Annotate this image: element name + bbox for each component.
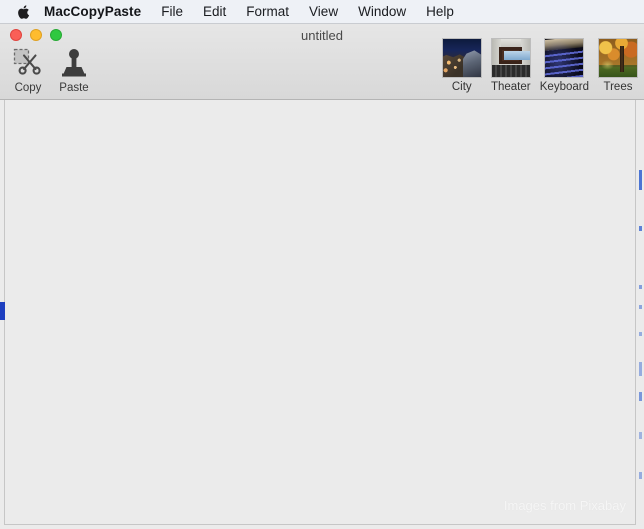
paste-button-label: Paste [59, 82, 89, 94]
pixabay-watermark: Images from Pixabay [503, 498, 626, 513]
traffic-lights [10, 29, 62, 41]
menu-bar: MacCopyPaste File Edit Format View Windo… [0, 0, 644, 24]
minimize-button[interactable] [30, 29, 42, 41]
apple-logo-icon[interactable] [16, 3, 30, 20]
toolbar-actions: Copy Paste [6, 46, 96, 95]
scissors-icon [13, 46, 43, 80]
stamp-icon [59, 46, 89, 80]
trees-thumbnail [598, 38, 638, 78]
keyboard-thumbnail [544, 38, 585, 78]
window-titlebar: untitled Copy Paste City Theater Keyboar… [0, 24, 644, 100]
menu-item-edit[interactable]: Edit [203, 4, 226, 19]
paste-button[interactable]: Paste [52, 46, 96, 95]
menu-item-file[interactable]: File [161, 4, 183, 19]
thumbnail-trees[interactable]: Trees [598, 38, 638, 94]
toolbar-thumbnails: City Theater Keyboard Trees [441, 38, 638, 94]
screen: MacCopyPaste File Edit Format View Windo… [0, 0, 644, 529]
theater-thumbnail [490, 38, 531, 78]
app-window: untitled Copy Paste City Theater Keyboar… [0, 24, 644, 529]
copy-button-label: Copy [14, 82, 42, 94]
thumbnail-city-label: City [451, 81, 472, 93]
text-caret-marker [0, 302, 5, 320]
thumbnail-trees-label: Trees [603, 81, 633, 93]
city-thumbnail [441, 38, 482, 78]
scroll-edge-ticks [639, 100, 642, 529]
close-button[interactable] [10, 29, 22, 41]
thumbnail-theater-label: Theater [490, 81, 531, 93]
menu-item-help[interactable]: Help [426, 4, 454, 19]
copy-button[interactable]: Copy [6, 46, 50, 95]
menu-item-format[interactable]: Format [246, 4, 289, 19]
thumbnail-theater[interactable]: Theater [490, 38, 531, 94]
document-canvas[interactable] [4, 100, 636, 525]
thumbnail-keyboard[interactable]: Keyboard [540, 38, 589, 94]
document-area[interactable]: Images from Pixabay [0, 100, 644, 529]
thumbnail-city[interactable]: City [441, 38, 482, 94]
menu-item-view[interactable]: View [309, 4, 338, 19]
menu-item-window[interactable]: Window [358, 4, 406, 19]
thumbnail-keyboard-label: Keyboard [539, 81, 589, 93]
maximize-button[interactable] [50, 29, 62, 41]
menu-app-name[interactable]: MacCopyPaste [44, 4, 141, 19]
